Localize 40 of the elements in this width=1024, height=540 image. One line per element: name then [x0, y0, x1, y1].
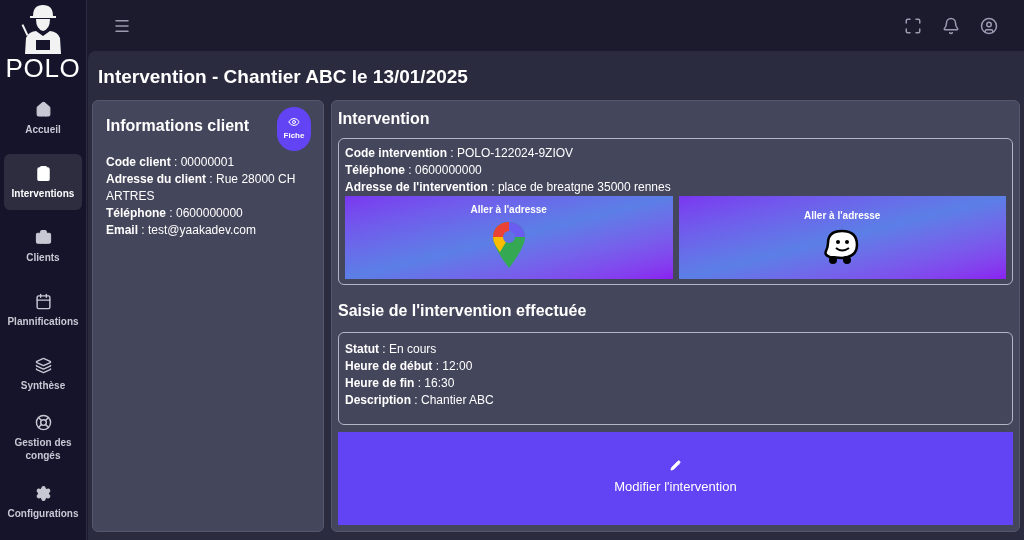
- fullscreen-icon[interactable]: [904, 16, 922, 35]
- sidebar-item[interactable]: Synthèse: [4, 346, 82, 402]
- info-line: Téléphone : 0600000000: [345, 161, 483, 179]
- info-line: Adresse de l'intervention : place de breatgne 35000 rennes: [345, 178, 672, 196]
- page-title: Intervention - Chantier ABC le 13/01/2025: [97, 65, 469, 89]
- card-title: Informations client: [106, 115, 250, 136]
- briefcase-icon: [34, 228, 52, 246]
- sidebar-item[interactable]: Configurations: [4, 474, 82, 530]
- sidebar-item[interactable]: Clients: [4, 218, 82, 274]
- user-icon[interactable]: [980, 16, 998, 35]
- sidebar-item[interactable]: Accueil: [4, 90, 82, 146]
- sidebar-item[interactable]: Gestion des congés: [4, 410, 82, 466]
- section-title: Saisie de l'intervention effectuée: [338, 300, 588, 321]
- directions-button[interactable]: Aller à l'adresse: [678, 195, 1006, 279]
- info-line: Heure de fin : 16:30: [345, 374, 456, 392]
- info-line: Description : Chantier ABC: [345, 391, 495, 409]
- info-line: Code client : 00000001: [106, 153, 236, 171]
- info-line: Adresse du client : Rue 28000 CHARTRES: [106, 170, 296, 205]
- sidebar-item[interactable]: Interventions: [4, 154, 82, 210]
- logo-text: POLO: [5, 54, 81, 82]
- calendar-icon: [34, 292, 52, 310]
- sidebar-item[interactable]: Plannifications: [4, 282, 82, 338]
- eye-icon: [288, 115, 300, 128]
- clipboard-icon: [34, 164, 52, 182]
- pencil-icon: [670, 460, 681, 471]
- section-title: Intervention: [338, 108, 431, 129]
- map-pin-icon: [491, 220, 526, 269]
- info-line: Code intervention : POLO-122024-9ZIOV: [345, 144, 575, 162]
- lifebuoy-icon: [34, 414, 52, 431]
- settings-icon: [34, 484, 52, 502]
- house-icon: [34, 100, 52, 118]
- directions-button[interactable]: Aller à l'adresse: [345, 195, 673, 279]
- bell-icon[interactable]: [942, 16, 960, 35]
- info-line: Statut : En cours: [345, 340, 438, 358]
- info-line: Email : test@yaakadev.com: [106, 221, 258, 239]
- layers-icon: [34, 356, 52, 374]
- info-line: Heure de début : 12:00: [345, 357, 474, 375]
- edit-intervention-button[interactable]: Modifier l'intervention: [338, 431, 1013, 525]
- info-line: Téléphone : 0600000000: [106, 204, 244, 222]
- fiche-button[interactable]: Fiche: [277, 106, 311, 151]
